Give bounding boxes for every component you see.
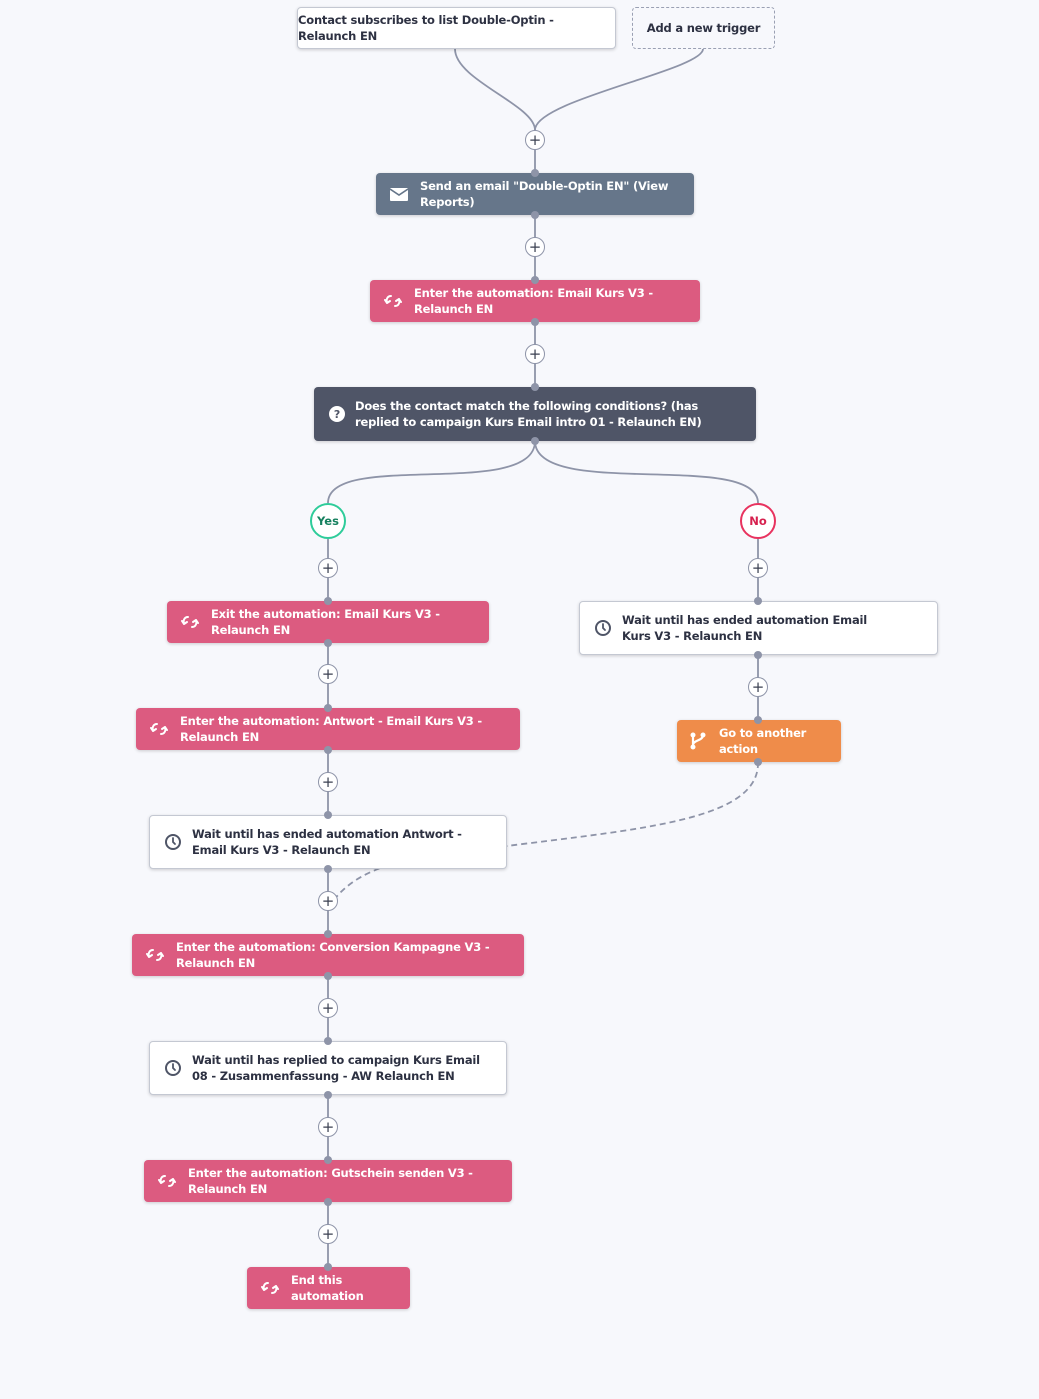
- connector-dot: [324, 597, 332, 605]
- add-step-button[interactable]: +: [318, 891, 338, 911]
- connector-dot: [324, 746, 332, 754]
- wait-label: Wait until has replied to campaign Kurs …: [192, 1053, 480, 1083]
- branch-yes: Yes: [310, 503, 346, 539]
- wire: [327, 440, 536, 504]
- end-automation-step[interactable]: End this automation: [247, 1267, 410, 1309]
- exit-automation-label: Exit the automation: Email Kurs V3 - Rel…: [211, 607, 440, 637]
- add-step-button[interactable]: +: [318, 558, 338, 578]
- enter-automation-label: Enter the automation: Antwort - Email Ku…: [180, 714, 482, 744]
- connector-dot: [531, 318, 539, 326]
- add-step-button[interactable]: +: [318, 1224, 338, 1244]
- condition-label: Does the contact match the following con…: [355, 399, 702, 429]
- add-step-button[interactable]: +: [525, 344, 545, 364]
- automation-cycle-icon: [148, 720, 170, 738]
- question-icon: ?: [326, 405, 348, 423]
- add-step-button[interactable]: +: [318, 772, 338, 792]
- enter-automation-gutschein-step[interactable]: Enter the automation: Gutschein senden V…: [144, 1160, 512, 1202]
- wait-antwort-step[interactable]: Wait until has ended automation Antwort …: [149, 815, 507, 869]
- connector-dot: [324, 704, 332, 712]
- automation-cycle-icon: [156, 1172, 178, 1190]
- goto-action-step[interactable]: Go to another action: [677, 720, 841, 762]
- clock-icon: [162, 1059, 184, 1077]
- connector-dot: [531, 437, 539, 445]
- exit-automation-email-kurs-step[interactable]: Exit the automation: Email Kurs V3 - Rel…: [167, 601, 489, 643]
- end-automation-label: End this automation: [291, 1273, 364, 1303]
- enter-automation-label: Enter the automation: Conversion Kampagn…: [176, 940, 490, 970]
- enter-automation-email-kurs-step[interactable]: Enter the automation: Email Kurs V3 - Re…: [370, 280, 700, 322]
- connector-dot: [324, 972, 332, 980]
- connector-dot: [324, 1263, 332, 1271]
- add-step-button[interactable]: +: [318, 664, 338, 684]
- connector-dot: [324, 1037, 332, 1045]
- automation-cycle-icon: [144, 946, 166, 964]
- send-email-label: Send an email "Double-Optin EN" (View Re…: [420, 179, 669, 209]
- enter-automation-label: Enter the automation: Email Kurs V3 - Re…: [414, 286, 653, 316]
- enter-automation-label: Enter the automation: Gutschein senden V…: [188, 1166, 473, 1196]
- connector-dot: [324, 1156, 332, 1164]
- wire: [534, 48, 704, 131]
- add-trigger-button[interactable]: Add a new trigger: [632, 7, 775, 49]
- add-step-button[interactable]: +: [318, 998, 338, 1018]
- svg-text:?: ?: [334, 408, 340, 421]
- connector-dot: [324, 865, 332, 873]
- wait-email-kurs-step[interactable]: Wait until has ended automation Email Ku…: [579, 601, 938, 655]
- clock-icon: [592, 619, 614, 637]
- automation-cycle-icon: [259, 1279, 281, 1297]
- connector-dot: [324, 930, 332, 938]
- wait-replied-step[interactable]: Wait until has replied to campaign Kurs …: [149, 1041, 507, 1095]
- branch-no: No: [740, 503, 776, 539]
- connector-dot: [754, 597, 762, 605]
- connector-dot: [754, 651, 762, 659]
- enter-automation-antwort-step[interactable]: Enter the automation: Antwort - Email Ku…: [136, 708, 520, 750]
- envelope-icon: [388, 185, 410, 203]
- connector-dot: [324, 639, 332, 647]
- connector-dot: [531, 383, 539, 391]
- add-trigger-label: Add a new trigger: [646, 21, 761, 35]
- add-step-button[interactable]: +: [748, 677, 768, 697]
- connector-dot: [531, 276, 539, 284]
- wait-label: Wait until has ended automation Email Ku…: [622, 613, 867, 643]
- wait-label: Wait until has ended automation Antwort …: [192, 827, 462, 857]
- branch-no-label: No: [749, 514, 767, 528]
- wire: [534, 440, 759, 504]
- automation-cycle-icon: [382, 292, 404, 310]
- condition-step[interactable]: ? Does the contact match the following c…: [314, 387, 756, 441]
- connector-dot: [324, 1198, 332, 1206]
- wire: [454, 48, 536, 131]
- send-email-step[interactable]: Send an email "Double-Optin EN" (View Re…: [376, 173, 694, 215]
- add-step-button[interactable]: +: [318, 1117, 338, 1137]
- branch-fork-icon: [687, 732, 709, 750]
- add-step-button[interactable]: +: [748, 558, 768, 578]
- connector-dot: [531, 169, 539, 177]
- add-step-button[interactable]: +: [525, 237, 545, 257]
- trigger-subscribe[interactable]: Contact subscribes to list Double-Optin …: [297, 7, 616, 49]
- enter-automation-conversion-step[interactable]: Enter the automation: Conversion Kampagn…: [132, 934, 524, 976]
- branch-yes-label: Yes: [317, 514, 339, 528]
- connector-dot: [324, 811, 332, 819]
- connector-dot: [754, 716, 762, 724]
- automation-cycle-icon: [179, 613, 201, 631]
- goto-action-label: Go to another action: [719, 726, 807, 756]
- add-step-button[interactable]: +: [525, 130, 545, 150]
- trigger-subscribe-label: Contact subscribes to list Double-Optin …: [298, 13, 554, 43]
- connector-dot: [754, 758, 762, 766]
- connector-dot: [531, 211, 539, 219]
- connector-dot: [324, 1091, 332, 1099]
- clock-icon: [162, 833, 184, 851]
